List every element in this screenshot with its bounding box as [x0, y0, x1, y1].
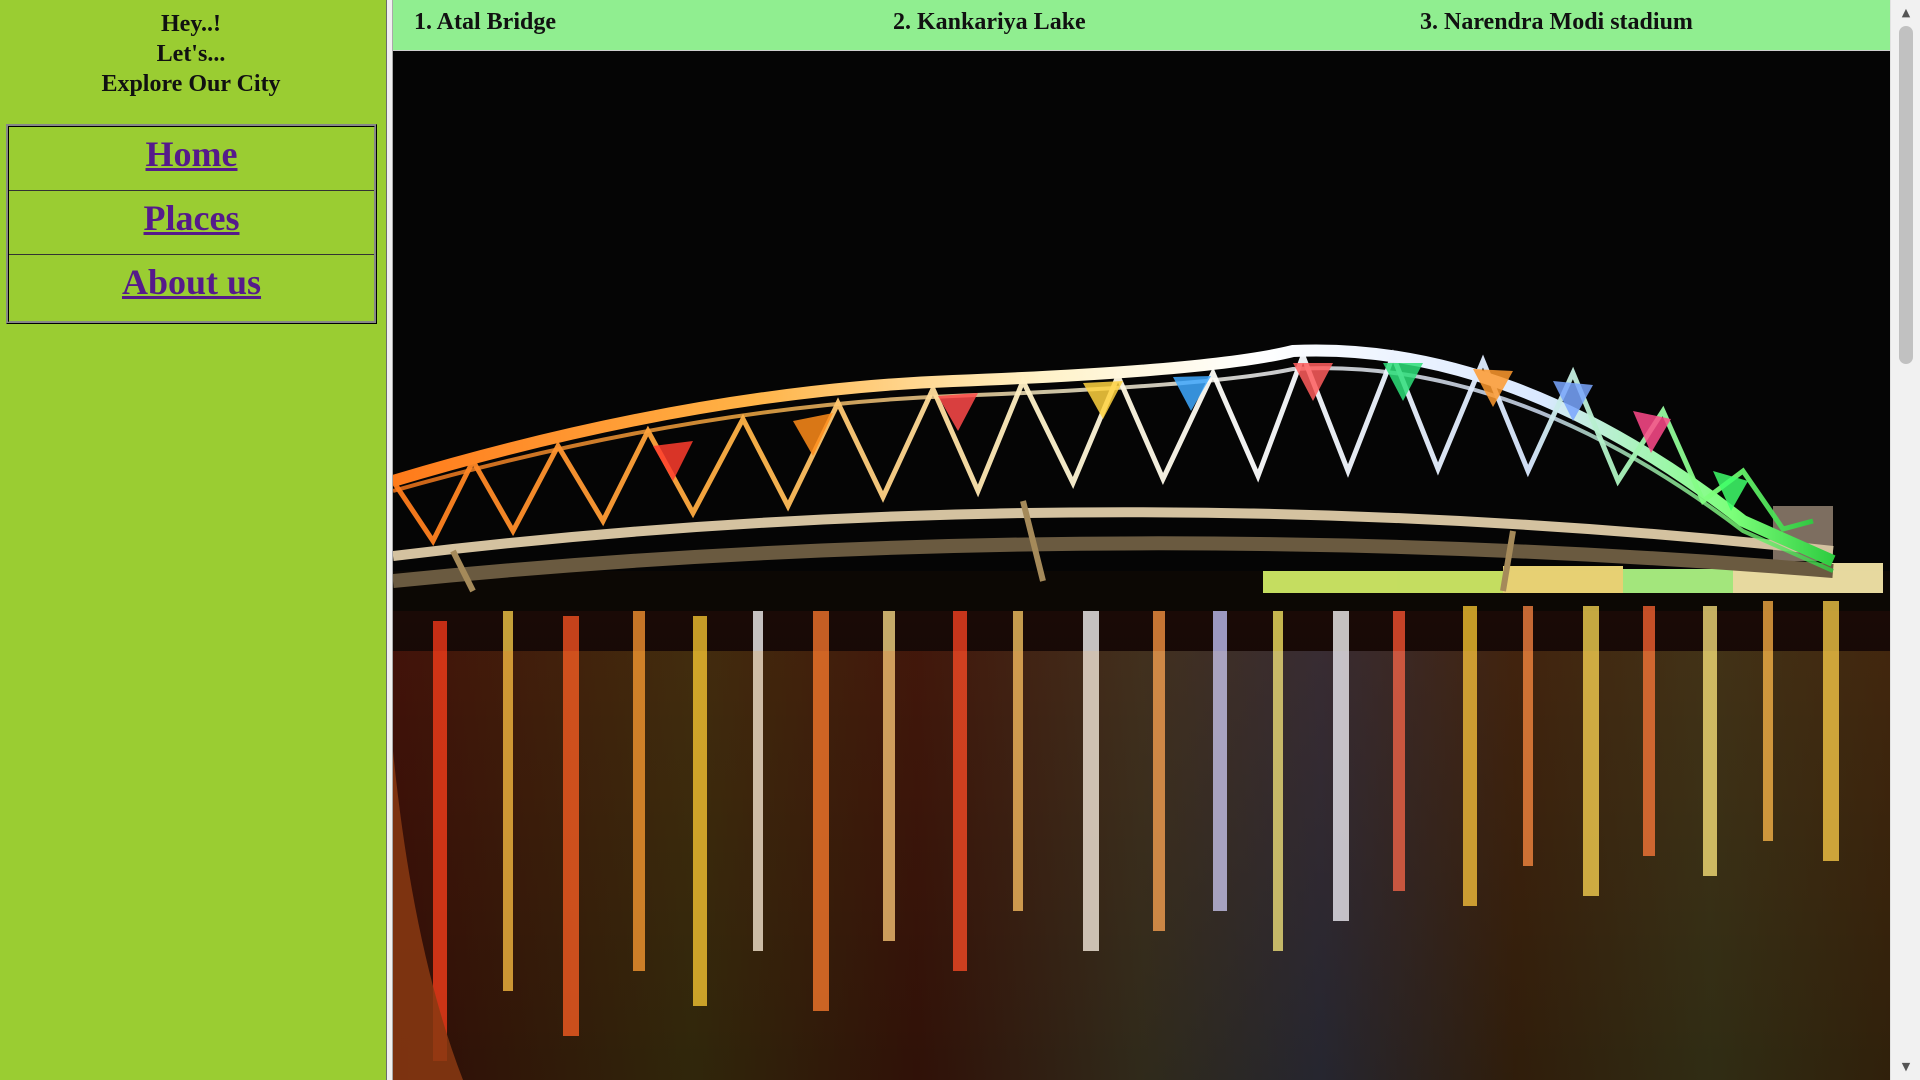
bridge-photo — [393, 51, 1890, 1080]
bridge-photo-illustration — [393, 51, 1890, 1080]
nav-row-home: Home — [9, 127, 374, 191]
nav-link-places[interactable]: Places — [144, 196, 240, 240]
nav-link-home[interactable]: Home — [146, 132, 238, 176]
place-link-kankariya-lake[interactable]: 2. Kankariya Lake — [893, 7, 1086, 37]
place-link-narendra-modi-stadium[interactable]: 3. Narendra Modi stadium — [1420, 7, 1693, 37]
scroll-down-icon[interactable]: ▼ — [1891, 1054, 1920, 1080]
places-bar: 1. Atal Bridge 2. Kankariya Lake 3. Nare… — [393, 0, 1890, 51]
greeting-line-3: Explore Our City — [101, 71, 281, 97]
nav-row-places: Places — [9, 191, 374, 255]
vertical-scrollbar[interactable]: ▲ ▼ — [1890, 0, 1920, 1080]
greeting-line-2: Let's... — [156, 41, 226, 67]
greeting-line-1: Hey..! — [161, 11, 221, 37]
nav-table: Home Places About us — [6, 124, 377, 324]
scroll-up-icon[interactable]: ▲ — [1891, 0, 1920, 26]
nav-link-about-us[interactable]: About us — [122, 260, 261, 304]
place-link-atal-bridge[interactable]: 1. Atal Bridge — [414, 7, 556, 37]
nav-row-about: About us — [9, 255, 374, 321]
frame-divider[interactable] — [386, 0, 393, 1080]
sidebar-frame: Hey..! Let's... Explore Our City Home Pl… — [0, 0, 386, 1080]
scroll-thumb[interactable] — [1899, 26, 1913, 364]
greeting-text: Hey..! Let's... Explore Our City — [0, 9, 382, 99]
